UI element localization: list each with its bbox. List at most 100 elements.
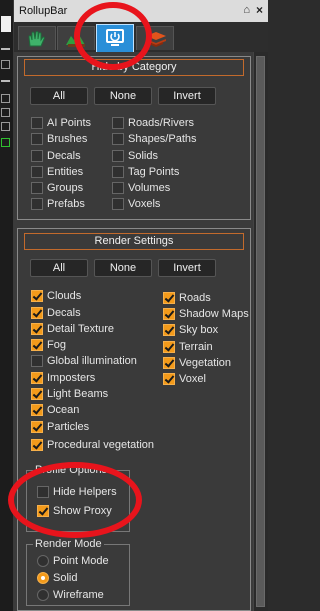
checkbox-box[interactable] [31,355,43,367]
checkbox-box[interactable] [31,307,43,319]
checkbox-box[interactable] [31,339,43,351]
checkbox-label: Vegetation [179,357,231,369]
strip-checkbox[interactable] [1,108,10,117]
checkbox-box[interactable] [31,421,43,433]
checkbox-box[interactable] [31,404,43,416]
terrain-icon [66,33,85,47]
strip-marker [1,48,10,50]
profile-options-title: Profile Options [33,464,110,476]
radio-label: Point Mode [53,555,109,567]
hide-all-button[interactable]: All [30,87,88,105]
close-icon[interactable]: × [256,3,263,17]
checkbox-box[interactable] [112,182,124,194]
radio-dot[interactable] [37,555,49,567]
strip-checkbox[interactable] [1,122,10,131]
checkbox-label: AI Points [47,117,92,129]
render-mode-title: Render Mode [33,538,104,550]
tab-terrain[interactable] [57,26,95,50]
checkbox-box[interactable] [163,324,175,336]
checkbox-box[interactable] [37,505,49,517]
checkbox-label: Sky box [179,324,219,336]
checkbox-label: Prefabs [47,198,85,210]
radio-label: Solid [53,572,78,584]
tab-objects[interactable] [18,26,56,50]
checkbox-label: Tag Points [128,166,180,178]
checkbox-label: Voxel [179,373,206,385]
hide-invert-button[interactable]: Invert [158,87,216,105]
checkbox-label: Clouds [47,290,82,302]
pin-icon[interactable]: ⌂ [243,4,250,16]
vertical-scrollbar[interactable] [253,52,268,611]
checkbox-label: Procedural vegetation [47,439,155,451]
hide-none-button[interactable]: None [94,87,152,105]
checkbox-box[interactable] [112,150,124,162]
strip-checkbox[interactable] [1,60,10,69]
layers-icon [146,32,166,47]
checkbox-label: Decals [47,150,81,162]
checkbox-box[interactable] [31,182,43,194]
checkbox-label: Solids [128,150,158,162]
checkbox-box[interactable] [163,357,175,369]
hide-by-category-header[interactable]: Hide by Category [24,59,244,76]
strip-checkbox[interactable] [1,94,10,103]
checkbox-box[interactable] [31,117,43,129]
checkbox-box[interactable] [163,292,175,304]
tab-layers[interactable] [136,26,174,50]
checkbox-box[interactable] [112,198,124,210]
display-icon [106,29,124,46]
profile-options-group: Profile Options Hide Helpers Show Proxy [26,464,130,532]
checkbox-label: Global illumination [47,355,137,367]
tab-bar [14,22,268,52]
checkbox-label: Brushes [47,133,88,145]
checkbox-box[interactable] [163,373,175,385]
strip-marker [1,80,10,82]
radio-dot[interactable] [37,589,49,601]
left-side-strip [0,0,14,611]
checkbox-box[interactable] [31,166,43,178]
render-settings-header[interactable]: Render Settings [24,233,244,250]
checkbox-box[interactable] [31,388,43,400]
strip-marker [1,16,11,32]
render-mode-group: Render Mode Point Mode Solid Wireframe [26,538,130,606]
render-none-button[interactable]: None [94,259,152,277]
render-settings-panel: Render Settings All None Invert Clouds D… [17,228,251,611]
hand-icon [28,31,45,47]
checkbox-box[interactable] [31,323,43,335]
tab-display[interactable] [96,24,134,52]
checkbox-label: Hide Helpers [53,486,117,498]
checkbox-box[interactable] [112,166,124,178]
title-bar: RollupBar ⌂ × [14,0,268,23]
scrollbar-thumb[interactable] [256,56,265,607]
checkbox-label: Terrain [179,341,213,353]
radio-dot[interactable] [37,572,49,584]
checkbox-label: Imposters [47,372,96,384]
window-title: RollupBar [19,5,68,17]
checkbox-box[interactable] [163,308,175,320]
checkbox-box[interactable] [31,439,43,451]
checkbox-label: Entities [47,166,84,178]
rollup-bar-window: RollupBar ⌂ × Hide by Category All None … [8,0,268,611]
checkbox-label: Light Beams [47,388,109,400]
checkbox-box[interactable] [112,133,124,145]
checkbox-label: Roads [179,292,211,304]
checkbox-label: Decals [47,307,81,319]
checkbox-box[interactable] [31,290,43,302]
render-all-button[interactable]: All [30,259,88,277]
strip-checkbox[interactable] [1,138,10,147]
checkbox-box[interactable] [31,198,43,210]
checkbox-label: Shadow Maps [179,308,249,320]
checkbox-label: Volumes [128,182,171,194]
checkbox-label: Voxels [128,198,161,210]
checkbox-box[interactable] [163,341,175,353]
checkbox-label: Ocean [47,404,80,416]
checkbox-label: Fog [47,339,66,351]
checkbox-label: Shapes/Paths [128,133,197,145]
checkbox-box[interactable] [37,486,49,498]
checkbox-label: Detail Texture [47,323,115,335]
checkbox-box[interactable] [31,133,43,145]
checkbox-label: Show Proxy [53,505,112,517]
checkbox-box[interactable] [112,117,124,129]
checkbox-box[interactable] [31,150,43,162]
checkbox-box[interactable] [31,372,43,384]
render-invert-button[interactable]: Invert [158,259,216,277]
